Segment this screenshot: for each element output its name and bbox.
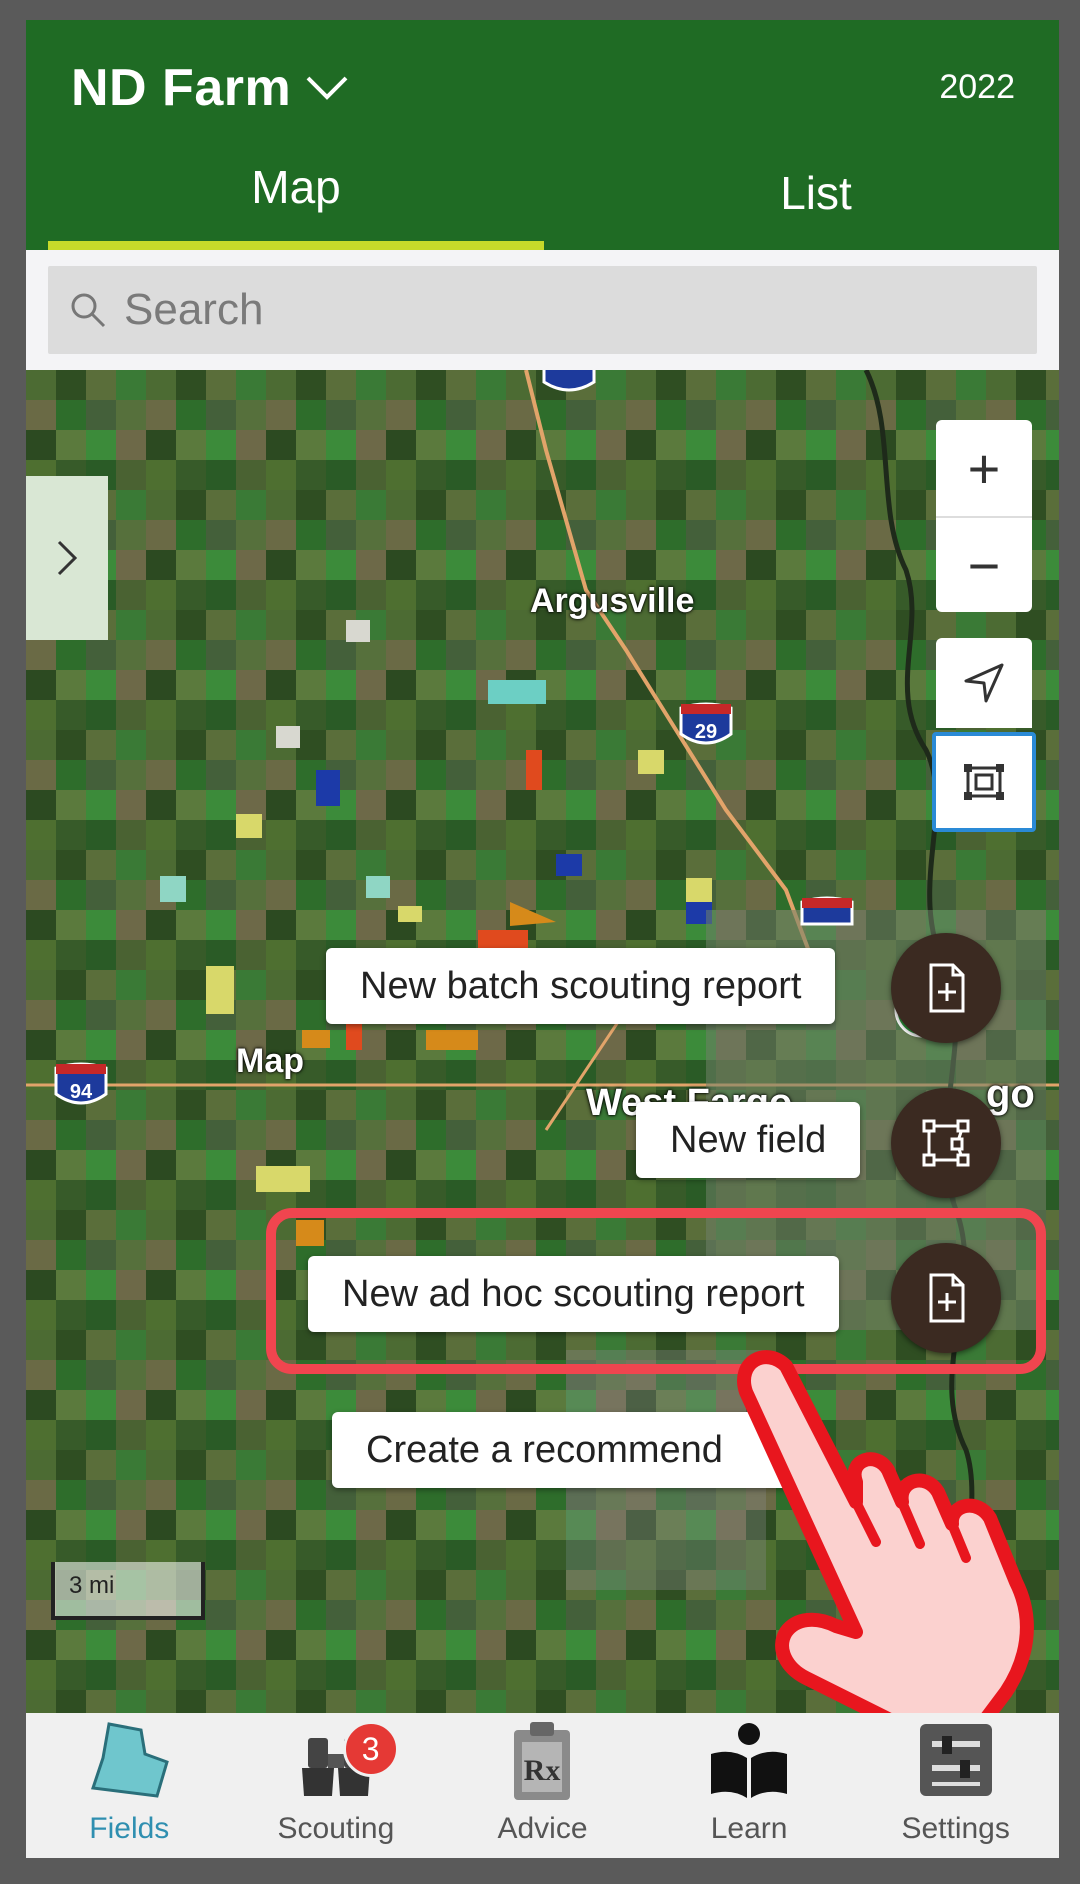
sliders-icon xyxy=(919,1724,992,1796)
my-location-button[interactable] xyxy=(936,638,1032,728)
navigation-arrow-icon xyxy=(964,663,1004,703)
polygon-draw-icon xyxy=(922,1119,970,1167)
place-label-argusville: Argusville xyxy=(530,582,695,620)
place-label-fargo: go xyxy=(986,1072,1035,1116)
nav-fields[interactable]: Fields xyxy=(26,1713,233,1858)
svg-text:94: 94 xyxy=(70,1081,93,1103)
fit-extent-icon xyxy=(964,764,1004,800)
nav-scouting-label: Scouting xyxy=(277,1812,395,1845)
nav-learn[interactable]: Learn xyxy=(646,1713,853,1858)
season-year[interactable]: 2022 xyxy=(939,68,1015,107)
farm-name: ND Farm xyxy=(71,59,292,117)
zoom-controls: + − xyxy=(936,420,1032,612)
app-frame: ND Farm 2022 Map List Search 29 94 Argus… xyxy=(26,20,1059,1858)
zoom-out-button[interactable]: − xyxy=(936,516,1032,612)
search-box[interactable] xyxy=(48,266,1037,354)
document-add-icon xyxy=(929,963,965,1013)
search-icon xyxy=(71,293,106,328)
active-tab-indicator xyxy=(48,241,544,250)
nav-learn-label: Learn xyxy=(710,1812,788,1845)
new-field-label[interactable]: New field xyxy=(636,1102,861,1178)
chevron-down-icon xyxy=(306,76,348,100)
fit-bounds-button[interactable] xyxy=(932,732,1036,832)
svg-text:Rx: Rx xyxy=(524,1754,561,1787)
farm-selector[interactable]: ND Farm xyxy=(71,58,349,118)
new-field-button[interactable] xyxy=(891,1088,1001,1198)
tab-list[interactable]: List xyxy=(586,166,1046,220)
search-input[interactable] xyxy=(124,285,1004,335)
pointing-hand-icon xyxy=(737,1350,1034,1713)
zoom-in-button[interactable]: + xyxy=(936,420,1032,516)
fields-icon xyxy=(91,1722,170,1798)
reader-book-icon xyxy=(711,1723,788,1798)
svg-text:29: 29 xyxy=(695,721,717,743)
new-batch-scouting-report-label[interactable]: New batch scouting report xyxy=(326,948,836,1024)
scouting-count-badge: 3 xyxy=(342,1721,399,1777)
place-label-map: Map xyxy=(236,1042,304,1080)
satellite-map[interactable]: 29 94 Argusville Map West Fargo go + − xyxy=(26,370,1059,1713)
bottom-navigation: Fields 3 Scouting Rx Advice Learn Settin… xyxy=(26,1713,1059,1858)
new-batch-scouting-report-button[interactable] xyxy=(891,933,1001,1043)
chevron-right-icon xyxy=(57,540,78,576)
nav-fields-label: Fields xyxy=(89,1812,170,1845)
nav-settings-label: Settings xyxy=(901,1812,1010,1845)
app-header: ND Farm 2022 Map List xyxy=(26,20,1059,250)
nav-settings[interactable]: Settings xyxy=(852,1713,1059,1858)
tab-map[interactable]: Map xyxy=(48,160,544,214)
side-panel-toggle[interactable] xyxy=(26,476,108,640)
nav-scouting[interactable]: 3 Scouting xyxy=(233,1713,440,1858)
prescription-clipboard-icon: Rx xyxy=(514,1722,571,1800)
nav-advice-label: Advice xyxy=(497,1812,588,1845)
map-scale-bar: 3 mi xyxy=(51,1562,205,1620)
search-bar xyxy=(26,250,1059,370)
nav-advice[interactable]: Rx Advice xyxy=(439,1713,646,1858)
